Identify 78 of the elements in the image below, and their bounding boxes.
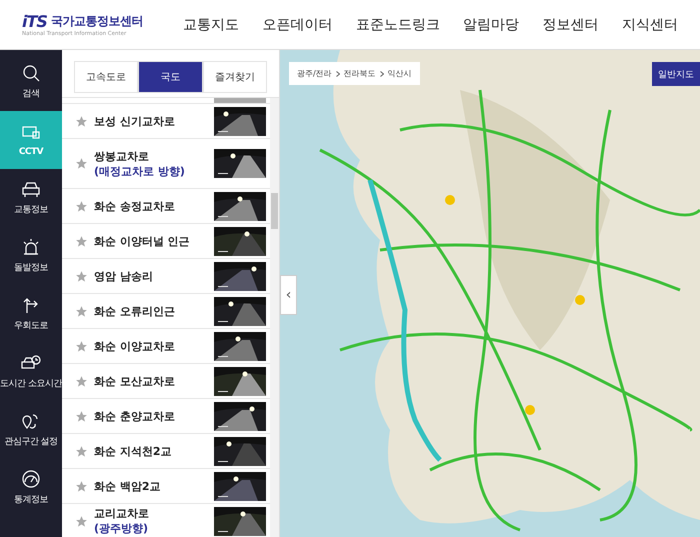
road-tab[interactable]: 국도 (138, 61, 203, 93)
breadcrumb-link[interactable]: 익산시 (388, 68, 412, 79)
camera-row[interactable]: 화순 이양터널 인근 (62, 223, 270, 258)
star-icon (75, 304, 88, 318)
camera-row[interactable]: 화순 이양교차로 (62, 328, 270, 363)
site-title: 국가교통정보센터 (50, 13, 143, 30)
star-icon (75, 200, 88, 212)
sidebar-label: 도시간 소요시간 (0, 378, 62, 390)
sidebar-label: 교통정보 (14, 204, 48, 216)
camera-name: 쌍봉교차로 (94, 148, 150, 164)
road-tab[interactable]: 즐겨찾기 (202, 61, 267, 93)
camera-direction: (광주방향) (94, 521, 150, 536)
nav-link[interactable]: 오픈데이터 (262, 16, 332, 34)
camera-row[interactable]: 화순 송정교차로 (62, 188, 270, 223)
nav-link[interactable]: 지식센터 (622, 16, 678, 34)
gauge-icon (21, 470, 41, 488)
siren-icon (21, 238, 41, 256)
car-icon (21, 180, 41, 198)
sidebar-label: 관심구간 설정 (4, 436, 58, 448)
camera-name: 화순 모산교차로 (94, 374, 176, 388)
breadcrumb-link[interactable]: 광주/전라 (297, 68, 332, 79)
camera-row[interactable]: 화순 춘양교차로 (62, 398, 270, 433)
camera-name: 교리교차로 (94, 506, 150, 521)
star-icon (75, 444, 88, 458)
sidebar-label: 검색 (22, 88, 40, 100)
road-tab[interactable]: 고속도로 (74, 61, 138, 93)
map-type-button[interactable]: 일반지도 (652, 62, 700, 86)
collapse-button[interactable]: ‹ (280, 275, 297, 315)
sidebar-item[interactable]: 교통정보 (0, 169, 62, 227)
monitor-icon (21, 124, 41, 142)
star-icon (75, 374, 88, 388)
camera-row[interactable]: 교리교차로 (광주방향) (62, 503, 270, 537)
camera-row[interactable]: 보성 신기교차로 (62, 103, 270, 138)
nav-link[interactable]: 교통지도 (183, 16, 239, 34)
star-icon (75, 157, 88, 170)
star-icon (75, 114, 88, 128)
nav-link[interactable]: 정보센터 (542, 16, 599, 34)
sidebar-item[interactable]: 통계정보 (0, 459, 62, 517)
camera-name: 화순 백암2교 (94, 478, 162, 494)
star-icon (75, 270, 88, 282)
camera-row[interactable]: 쌍봉교차로 (매정교차로 방향) (62, 138, 270, 188)
camera-name: 화순 이양교차로 (94, 338, 176, 354)
star-icon (75, 234, 88, 248)
search-icon (21, 64, 41, 82)
star-icon (75, 410, 88, 422)
camera-name: 화순 이양터널 인근 (94, 234, 191, 248)
camera-direction: (매정교차로 방향) (94, 164, 186, 178)
camera-row[interactable]: 화순 모산교차로 (62, 363, 270, 398)
sidebar-label: CCTV (18, 146, 44, 156)
sidebar-item[interactable]: 검색 (0, 53, 62, 111)
camera-row[interactable]: 화순 백암2교 (62, 468, 270, 503)
camera-row[interactable]: 영암 남송리 (62, 258, 270, 293)
star-icon (75, 480, 88, 492)
chevron-icon (336, 70, 340, 76)
chevron-icon (380, 70, 384, 76)
camera-name: 화순 송정교차로 (94, 198, 176, 214)
camera-name: 영암 남송리 (94, 268, 154, 284)
sidebar-item[interactable]: 돌발정보 (0, 227, 62, 285)
sidebar-item[interactable]: 관심구간 설정 (0, 401, 62, 459)
sidebar-label: 통계정보 (14, 494, 48, 506)
sidebar-item[interactable]: 우회도로 (0, 285, 62, 343)
thumbnail-edge (214, 98, 266, 103)
sidebar-label: 돌발정보 (14, 262, 48, 274)
nav-link[interactable]: 알림마당 (463, 16, 520, 34)
camera-name: 화순 춘양교차로 (94, 408, 176, 424)
camera-name: 보성 신기교차로 (94, 114, 176, 128)
camera-name: 화순 오류리인근 (94, 304, 176, 318)
sidebar-label: 우회도로 (14, 320, 48, 332)
camera-row[interactable]: 화순 오류리인근 (62, 293, 270, 328)
star-icon (75, 340, 88, 352)
scrollbar[interactable] (270, 98, 279, 537)
star-icon (75, 514, 88, 528)
breadcrumb-link[interactable]: 전라북도 (344, 68, 376, 79)
camera-row[interactable]: 화순 지석천2교 (62, 433, 270, 468)
camera-name: 화순 지석천2교 (94, 444, 172, 458)
nav-link[interactable]: 표준노드링크 (356, 16, 440, 34)
logo-mark: iTS (22, 12, 47, 31)
sidebar-item[interactable]: 도시간 소요시간 (0, 343, 62, 401)
